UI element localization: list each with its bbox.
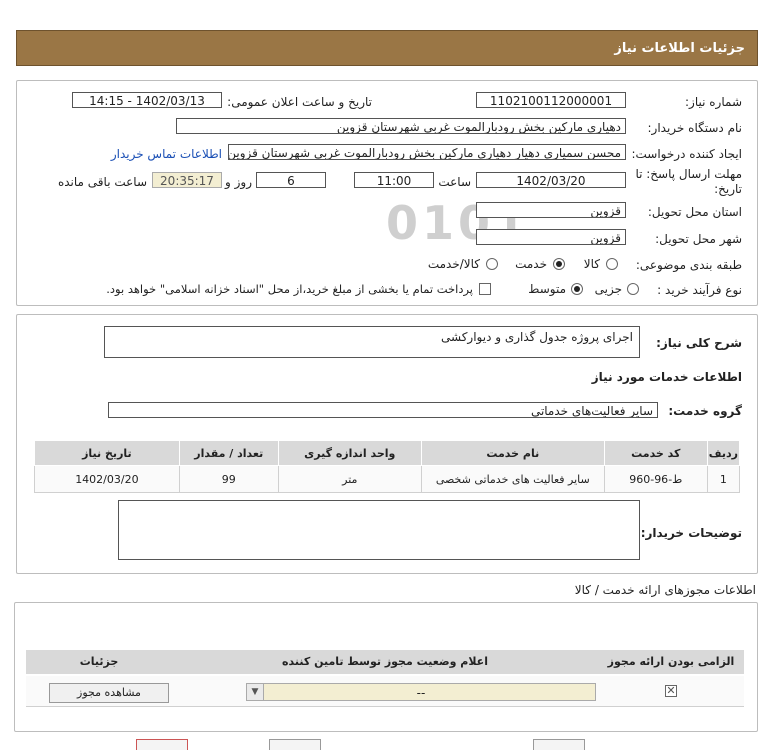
table-row[interactable]: 1 ط-96-960 سایر فعالیت های خدماتی شخصی م… xyxy=(34,465,741,493)
permits-col-required: الزامی بودن ارائه مجوز xyxy=(607,655,735,668)
buyer-notes-label: توضیحات خریدار: xyxy=(640,526,742,540)
deadline-date-field[interactable]: 1402/03/20 xyxy=(476,172,626,188)
permit-required-checkbox: ✕ xyxy=(665,684,677,697)
view-permit-button[interactable]: مشاهده مجوز xyxy=(49,683,169,703)
cell-service-code: ط-96-960 xyxy=(603,465,708,493)
deadline-time-field[interactable]: 11:00 xyxy=(354,172,434,188)
col-unit: واحد اندازه گیری xyxy=(277,440,422,466)
page-title: جزئیات اطلاعات نیاز xyxy=(614,41,745,56)
category-option-goods: کالا xyxy=(583,257,600,271)
province-field[interactable]: قزوین xyxy=(476,202,626,218)
process-option-medium: متوسط xyxy=(528,282,566,296)
summary-text: اجرای پروژه جدول گذاری و دیوارکشی xyxy=(441,330,633,344)
chevron-down-icon[interactable]: ▼ xyxy=(247,684,264,700)
permit-status-value: -- xyxy=(416,686,426,700)
service-group-label: گروه خدمت: xyxy=(668,404,742,418)
days-label: روز و xyxy=(225,175,252,189)
process-radio-medium[interactable] xyxy=(571,283,583,295)
category-label: طبقه بندی موضوعی: xyxy=(635,258,742,272)
service-group-field[interactable]: سایر فعالیت‌های خدماتی xyxy=(108,402,658,418)
cell-quantity: 99 xyxy=(178,465,279,493)
process-label: نوع فرآیند خرید : xyxy=(657,283,742,297)
category-radio-goods[interactable] xyxy=(606,258,618,270)
process-option-minor: جزیی xyxy=(594,282,622,296)
buyer-notes-field[interactable] xyxy=(118,500,640,560)
summary-label: شرح کلی نیاز: xyxy=(656,336,742,350)
permits-section-title: اطلاعات مجوزهای ارائه خدمت / کالا xyxy=(574,583,756,597)
buyer-org-label: نام دستگاه خریدار: xyxy=(647,121,743,135)
cell-row-no: 1 xyxy=(706,465,741,493)
announce-label: تاریخ و ساعت اعلان عمومی: xyxy=(227,95,372,109)
buyer-contact-link[interactable]: اطلاعات تماس خریدار xyxy=(111,147,222,161)
permits-col-details: جزئیات xyxy=(79,655,119,668)
summary-field[interactable]: اجرای پروژه جدول گذاری و دیوارکشی xyxy=(104,326,640,358)
need-number-field[interactable]: 1102100112000001 xyxy=(476,92,626,108)
remaining-time-field: 20:35:17 xyxy=(152,172,222,188)
remaining-label: ساعت باقی مانده xyxy=(57,175,147,189)
category-radio-goods-service[interactable] xyxy=(486,258,498,270)
services-table: ردیف کد خدمت نام خدمت واحد اندازه گیری ت… xyxy=(34,440,741,493)
province-label: استان محل تحویل: xyxy=(647,205,742,219)
category-option-service: خدمت xyxy=(515,257,547,271)
process-radio-minor[interactable] xyxy=(627,283,639,295)
category-radio-service[interactable] xyxy=(553,258,565,270)
requester-field[interactable]: محسن سمیاری دهیار دهیاری مارکین بخش رودب… xyxy=(228,144,626,160)
permits-col-status: اعلام وضعیت مجوز توسط تامین کننده xyxy=(282,655,488,668)
col-quantity: تعداد / مقدار xyxy=(178,440,279,466)
permits-table-header: الزامی بودن ارائه مجوز اعلام وضعیت مجوز … xyxy=(26,650,744,674)
treasury-payment-note: پرداخت تمام یا بخشی از مبلغ خرید،از محل … xyxy=(106,282,473,296)
need-number-label: شماره نیاز: xyxy=(685,95,742,109)
cell-service-name: سایر فعالیت های خدماتی شخصی xyxy=(420,465,605,493)
col-service-code: کد خدمت xyxy=(603,440,708,466)
deadline-label: مهلت ارسال پاسخ: تا تاریخ: xyxy=(635,167,742,196)
city-label: شهر محل تحویل: xyxy=(655,232,742,246)
buyer-org-field[interactable]: دهیاری مارکین بخش رودبارالموت غربی شهرست… xyxy=(176,118,626,134)
requester-label: ایجاد کننده درخواست: xyxy=(631,147,742,161)
days-field[interactable]: 6 xyxy=(256,172,326,188)
treasury-payment-checkbox[interactable] xyxy=(479,283,491,295)
deadline-time-label: ساعت xyxy=(438,175,471,189)
announce-field[interactable]: 1402/03/13 - 14:15 xyxy=(72,92,222,108)
services-table-header: ردیف کد خدمت نام خدمت واحد اندازه گیری ت… xyxy=(34,440,741,466)
cell-need-date: 1402/03/20 xyxy=(34,465,180,493)
city-field[interactable]: قزوین xyxy=(476,229,626,245)
col-row-no: ردیف xyxy=(706,440,741,466)
permit-status-select[interactable]: -- xyxy=(246,683,596,701)
page-header: جزئیات اطلاعات نیاز xyxy=(16,30,758,66)
col-need-date: تاریخ نیاز xyxy=(34,440,180,466)
col-service-name: نام خدمت xyxy=(420,440,605,466)
cell-unit: متر xyxy=(277,465,422,493)
services-section-title: اطلاعات خدمات مورد نیاز xyxy=(591,370,742,384)
category-option-goods-service: کالا/خدمت xyxy=(427,257,480,271)
